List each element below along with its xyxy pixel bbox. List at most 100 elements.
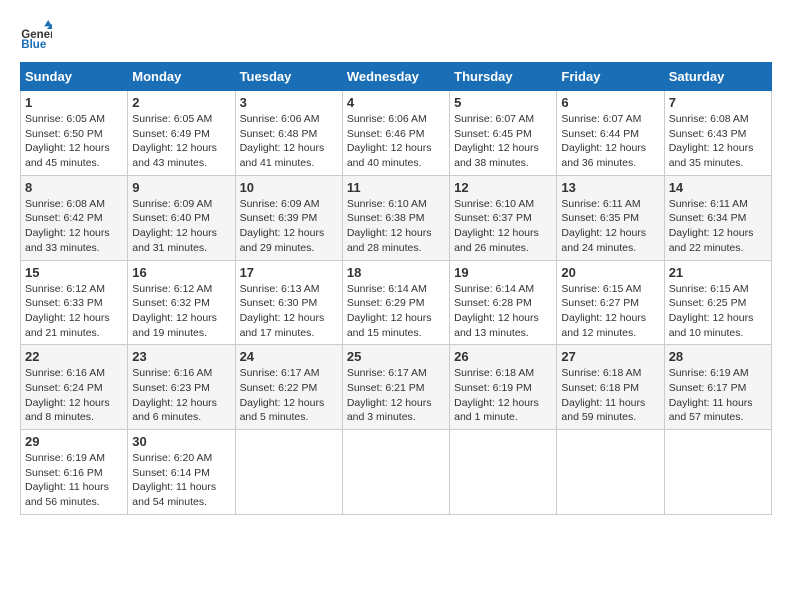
day-info: Sunrise: 6:06 AMSunset: 6:48 PMDaylight:… — [240, 112, 338, 171]
day-number: 28 — [669, 349, 767, 364]
day-number: 18 — [347, 265, 445, 280]
weekday-header-friday: Friday — [557, 63, 664, 91]
day-number: 1 — [25, 95, 123, 110]
calendar-cell: 20 Sunrise: 6:15 AMSunset: 6:27 PMDaylig… — [557, 260, 664, 345]
day-number: 12 — [454, 180, 552, 195]
calendar-cell: 2 Sunrise: 6:05 AMSunset: 6:49 PMDayligh… — [128, 91, 235, 176]
calendar-cell: 14 Sunrise: 6:11 AMSunset: 6:34 PMDaylig… — [664, 175, 771, 260]
day-number: 25 — [347, 349, 445, 364]
logo: General Blue — [20, 20, 56, 52]
day-number: 26 — [454, 349, 552, 364]
calendar-cell: 21 Sunrise: 6:15 AMSunset: 6:25 PMDaylig… — [664, 260, 771, 345]
day-info: Sunrise: 6:17 AMSunset: 6:22 PMDaylight:… — [240, 366, 338, 425]
day-number: 2 — [132, 95, 230, 110]
calendar-week-row: 29 Sunrise: 6:19 AMSunset: 6:16 PMDaylig… — [21, 430, 772, 515]
day-info: Sunrise: 6:09 AMSunset: 6:39 PMDaylight:… — [240, 197, 338, 256]
day-number: 20 — [561, 265, 659, 280]
day-number: 9 — [132, 180, 230, 195]
calendar-cell: 4 Sunrise: 6:06 AMSunset: 6:46 PMDayligh… — [342, 91, 449, 176]
day-info: Sunrise: 6:12 AMSunset: 6:33 PMDaylight:… — [25, 282, 123, 341]
logo-icon: General Blue — [20, 20, 52, 52]
day-info: Sunrise: 6:11 AMSunset: 6:35 PMDaylight:… — [561, 197, 659, 256]
day-info: Sunrise: 6:19 AMSunset: 6:16 PMDaylight:… — [25, 451, 123, 510]
calendar-cell — [342, 430, 449, 515]
calendar-cell — [557, 430, 664, 515]
day-info: Sunrise: 6:10 AMSunset: 6:37 PMDaylight:… — [454, 197, 552, 256]
calendar-cell: 26 Sunrise: 6:18 AMSunset: 6:19 PMDaylig… — [450, 345, 557, 430]
day-info: Sunrise: 6:17 AMSunset: 6:21 PMDaylight:… — [347, 366, 445, 425]
day-number: 15 — [25, 265, 123, 280]
day-number: 16 — [132, 265, 230, 280]
day-info: Sunrise: 6:08 AMSunset: 6:42 PMDaylight:… — [25, 197, 123, 256]
day-number: 17 — [240, 265, 338, 280]
day-info: Sunrise: 6:15 AMSunset: 6:27 PMDaylight:… — [561, 282, 659, 341]
calendar-cell: 17 Sunrise: 6:13 AMSunset: 6:30 PMDaylig… — [235, 260, 342, 345]
calendar-cell: 24 Sunrise: 6:17 AMSunset: 6:22 PMDaylig… — [235, 345, 342, 430]
day-number: 8 — [25, 180, 123, 195]
day-number: 23 — [132, 349, 230, 364]
calendar-cell: 18 Sunrise: 6:14 AMSunset: 6:29 PMDaylig… — [342, 260, 449, 345]
day-number: 21 — [669, 265, 767, 280]
weekday-header-saturday: Saturday — [664, 63, 771, 91]
day-info: Sunrise: 6:11 AMSunset: 6:34 PMDaylight:… — [669, 197, 767, 256]
day-info: Sunrise: 6:19 AMSunset: 6:17 PMDaylight:… — [669, 366, 767, 425]
day-info: Sunrise: 6:18 AMSunset: 6:18 PMDaylight:… — [561, 366, 659, 425]
day-number: 5 — [454, 95, 552, 110]
calendar-cell: 23 Sunrise: 6:16 AMSunset: 6:23 PMDaylig… — [128, 345, 235, 430]
day-info: Sunrise: 6:06 AMSunset: 6:46 PMDaylight:… — [347, 112, 445, 171]
calendar-cell: 22 Sunrise: 6:16 AMSunset: 6:24 PMDaylig… — [21, 345, 128, 430]
calendar-cell — [664, 430, 771, 515]
calendar-cell: 11 Sunrise: 6:10 AMSunset: 6:38 PMDaylig… — [342, 175, 449, 260]
day-info: Sunrise: 6:07 AMSunset: 6:44 PMDaylight:… — [561, 112, 659, 171]
day-info: Sunrise: 6:15 AMSunset: 6:25 PMDaylight:… — [669, 282, 767, 341]
day-number: 11 — [347, 180, 445, 195]
calendar-cell: 5 Sunrise: 6:07 AMSunset: 6:45 PMDayligh… — [450, 91, 557, 176]
day-number: 19 — [454, 265, 552, 280]
day-info: Sunrise: 6:18 AMSunset: 6:19 PMDaylight:… — [454, 366, 552, 425]
calendar-cell: 30 Sunrise: 6:20 AMSunset: 6:14 PMDaylig… — [128, 430, 235, 515]
calendar-cell: 27 Sunrise: 6:18 AMSunset: 6:18 PMDaylig… — [557, 345, 664, 430]
day-info: Sunrise: 6:14 AMSunset: 6:28 PMDaylight:… — [454, 282, 552, 341]
calendar-cell: 3 Sunrise: 6:06 AMSunset: 6:48 PMDayligh… — [235, 91, 342, 176]
svg-text:Blue: Blue — [21, 39, 47, 51]
day-info: Sunrise: 6:16 AMSunset: 6:24 PMDaylight:… — [25, 366, 123, 425]
day-number: 30 — [132, 434, 230, 449]
calendar-cell: 29 Sunrise: 6:19 AMSunset: 6:16 PMDaylig… — [21, 430, 128, 515]
day-info: Sunrise: 6:12 AMSunset: 6:32 PMDaylight:… — [132, 282, 230, 341]
calendar-cell: 28 Sunrise: 6:19 AMSunset: 6:17 PMDaylig… — [664, 345, 771, 430]
calendar-table: SundayMondayTuesdayWednesdayThursdayFrid… — [20, 62, 772, 515]
calendar-week-row: 15 Sunrise: 6:12 AMSunset: 6:33 PMDaylig… — [21, 260, 772, 345]
day-info: Sunrise: 6:08 AMSunset: 6:43 PMDaylight:… — [669, 112, 767, 171]
page-header: General Blue — [20, 20, 772, 52]
day-info: Sunrise: 6:09 AMSunset: 6:40 PMDaylight:… — [132, 197, 230, 256]
day-number: 4 — [347, 95, 445, 110]
calendar-cell — [450, 430, 557, 515]
day-info: Sunrise: 6:13 AMSunset: 6:30 PMDaylight:… — [240, 282, 338, 341]
weekday-header-row: SundayMondayTuesdayWednesdayThursdayFrid… — [21, 63, 772, 91]
calendar-cell: 6 Sunrise: 6:07 AMSunset: 6:44 PMDayligh… — [557, 91, 664, 176]
calendar-cell — [235, 430, 342, 515]
calendar-week-row: 1 Sunrise: 6:05 AMSunset: 6:50 PMDayligh… — [21, 91, 772, 176]
calendar-week-row: 8 Sunrise: 6:08 AMSunset: 6:42 PMDayligh… — [21, 175, 772, 260]
calendar-cell: 7 Sunrise: 6:08 AMSunset: 6:43 PMDayligh… — [664, 91, 771, 176]
calendar-cell: 9 Sunrise: 6:09 AMSunset: 6:40 PMDayligh… — [128, 175, 235, 260]
day-number: 13 — [561, 180, 659, 195]
calendar-cell: 13 Sunrise: 6:11 AMSunset: 6:35 PMDaylig… — [557, 175, 664, 260]
day-number: 29 — [25, 434, 123, 449]
day-info: Sunrise: 6:10 AMSunset: 6:38 PMDaylight:… — [347, 197, 445, 256]
calendar-cell: 12 Sunrise: 6:10 AMSunset: 6:37 PMDaylig… — [450, 175, 557, 260]
calendar-cell: 1 Sunrise: 6:05 AMSunset: 6:50 PMDayligh… — [21, 91, 128, 176]
calendar-cell: 15 Sunrise: 6:12 AMSunset: 6:33 PMDaylig… — [21, 260, 128, 345]
day-info: Sunrise: 6:05 AMSunset: 6:50 PMDaylight:… — [25, 112, 123, 171]
day-number: 10 — [240, 180, 338, 195]
day-number: 24 — [240, 349, 338, 364]
day-info: Sunrise: 6:14 AMSunset: 6:29 PMDaylight:… — [347, 282, 445, 341]
day-number: 6 — [561, 95, 659, 110]
calendar-cell: 10 Sunrise: 6:09 AMSunset: 6:39 PMDaylig… — [235, 175, 342, 260]
day-info: Sunrise: 6:16 AMSunset: 6:23 PMDaylight:… — [132, 366, 230, 425]
day-number: 3 — [240, 95, 338, 110]
day-number: 7 — [669, 95, 767, 110]
calendar-cell: 8 Sunrise: 6:08 AMSunset: 6:42 PMDayligh… — [21, 175, 128, 260]
calendar-cell: 25 Sunrise: 6:17 AMSunset: 6:21 PMDaylig… — [342, 345, 449, 430]
day-info: Sunrise: 6:20 AMSunset: 6:14 PMDaylight:… — [132, 451, 230, 510]
